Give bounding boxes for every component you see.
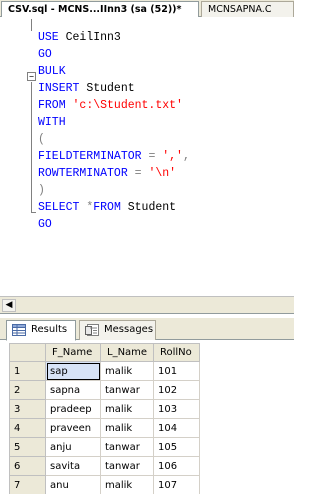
tab-messages[interactable]: Messages [79, 320, 156, 340]
code-line: BULK [38, 64, 66, 80]
query-editor[interactable]: − USE CeilInn3 GO BULK INSERT Student FROM '… [0, 17, 294, 297]
column-header-l-name[interactable]: L_Name [100, 343, 154, 362]
cell-rollno[interactable]: 107 [153, 475, 200, 494]
code-line: FROM 'c:\Student.txt' [38, 98, 183, 114]
tab-mcnsapna[interactable]: MCNSAPNA.C [201, 1, 294, 17]
column-header-rollno[interactable]: RollNo [153, 343, 200, 362]
tab-results[interactable]: Results [6, 320, 76, 341]
code-line: INSERT Student [38, 81, 135, 97]
chevron-left-icon[interactable]: ◀ [2, 299, 16, 312]
outline-end [31, 212, 36, 213]
grid-corner[interactable] [9, 343, 46, 362]
cell-rollno[interactable]: 101 [153, 361, 200, 381]
cell-f-name[interactable]: pradeep [45, 399, 101, 419]
cell-rollno[interactable]: 105 [153, 437, 200, 457]
row-number[interactable]: 4 [9, 418, 46, 438]
results-tab-strip: Results Messages [0, 318, 294, 341]
code-token: , [182, 150, 190, 163]
code-token: WITH [38, 116, 66, 129]
code-token: FIELDTERMINATOR [38, 150, 142, 163]
outline-line-main [31, 82, 32, 212]
code-token: ) [38, 184, 45, 197]
table-row[interactable]: 6 savita tanwar 106 [9, 456, 200, 476]
row-number[interactable]: 2 [9, 380, 46, 400]
minus-box-icon[interactable]: − [27, 72, 36, 81]
cell-l-name[interactable]: tanwar [100, 380, 154, 400]
tab-csv-sql[interactable]: CSV.sql - MCNS...IInn3 (sa (52))* [1, 1, 199, 18]
row-number[interactable]: 5 [9, 437, 46, 457]
pane-splitter[interactable]: ◀ [0, 296, 294, 314]
cell-rollno[interactable]: 103 [153, 399, 200, 419]
outline-line-top [31, 19, 32, 31]
table-row[interactable]: 7 anu malik 107 [9, 475, 200, 494]
grid-body: 1 sap malik 101 2 sapna tanwar 102 3 pradeep malik… [9, 361, 200, 494]
code-token: ( [38, 133, 45, 146]
code-token: FROM [38, 99, 66, 112]
code-line: ) [38, 183, 45, 199]
code-line: ( [38, 132, 45, 148]
code-line: FIELDTERMINATOR = ',', [38, 149, 190, 165]
code-token: '\n' [148, 167, 177, 180]
cell-l-name[interactable]: malik [100, 418, 154, 438]
column-header-f-name[interactable]: F_Name [45, 343, 101, 362]
cell-f-name[interactable]: anu [45, 475, 101, 494]
tab-messages-label: Messages [104, 324, 154, 335]
grid-header-row: F_Name L_Name RollNo [9, 343, 200, 362]
code-token: USE [38, 31, 59, 44]
results-grid[interactable]: F_Name L_Name RollNo 1 sap malik 101 2 sapna t… [9, 343, 200, 494]
row-number[interactable]: 6 [9, 456, 46, 476]
results-grid-area: F_Name L_Name RollNo 1 sap malik 101 2 sapna t… [0, 341, 294, 494]
code-line: WITH [38, 115, 66, 131]
cell-rollno[interactable]: 102 [153, 380, 200, 400]
cell-l-name[interactable]: tanwar [100, 437, 154, 457]
code-line: ROWTERMINATOR = '\n' [38, 166, 176, 182]
code-token: BULK [38, 65, 66, 78]
code-token: CeilInn3 [58, 31, 121, 44]
grid-icon [12, 324, 26, 336]
cell-l-name[interactable]: malik [100, 475, 154, 494]
cell-rollno[interactable]: 106 [153, 456, 200, 476]
cell-f-name[interactable]: praveen [45, 418, 101, 438]
document-tab-strip: CSV.sql - MCNS...IInn3 (sa (52))* MCNSAP… [0, 0, 294, 18]
cell-l-name[interactable]: tanwar [100, 456, 154, 476]
cell-f-name[interactable]: sap [45, 361, 101, 381]
cell-rollno[interactable]: 104 [153, 418, 200, 438]
code-token: GO [38, 48, 52, 61]
row-number[interactable]: 3 [9, 399, 46, 419]
code-token: SELECT [38, 201, 80, 214]
code-token: Student [79, 82, 135, 95]
cell-l-name[interactable]: malik [100, 399, 154, 419]
code-token: ROWTERMINATOR [38, 167, 128, 180]
cell-f-name[interactable]: savita [45, 456, 101, 476]
row-number[interactable]: 1 [9, 361, 46, 381]
table-row[interactable]: 2 sapna tanwar 102 [9, 380, 200, 400]
code-token: GO [38, 218, 52, 231]
tab-results-label: Results [31, 324, 68, 335]
code-token: 'c:\Student.txt' [72, 99, 183, 112]
code-line: USE CeilInn3 [38, 30, 121, 46]
code-token: Student [120, 201, 177, 214]
code-line: GO [38, 47, 52, 63]
messages-icon [85, 324, 99, 336]
table-row[interactable]: 1 sap malik 101 [9, 361, 200, 381]
cell-f-name[interactable]: anju [45, 437, 101, 457]
table-row[interactable]: 3 pradeep malik 103 [9, 399, 200, 419]
table-row[interactable]: 4 praveen malik 104 [9, 418, 200, 438]
code-line: SELECT *FROM Student [38, 200, 176, 216]
cell-f-name[interactable]: sapna [45, 380, 101, 400]
code-token: INSERT [38, 82, 80, 95]
code-token: = [134, 167, 142, 180]
table-row[interactable]: 5 anju tanwar 105 [9, 437, 200, 457]
code-line: GO [38, 217, 52, 233]
code-token: FROM [93, 201, 121, 214]
cell-l-name[interactable]: malik [100, 361, 154, 381]
code-token: ',' [162, 150, 183, 163]
row-number[interactable]: 7 [9, 475, 46, 494]
editor-margin [0, 17, 22, 297]
